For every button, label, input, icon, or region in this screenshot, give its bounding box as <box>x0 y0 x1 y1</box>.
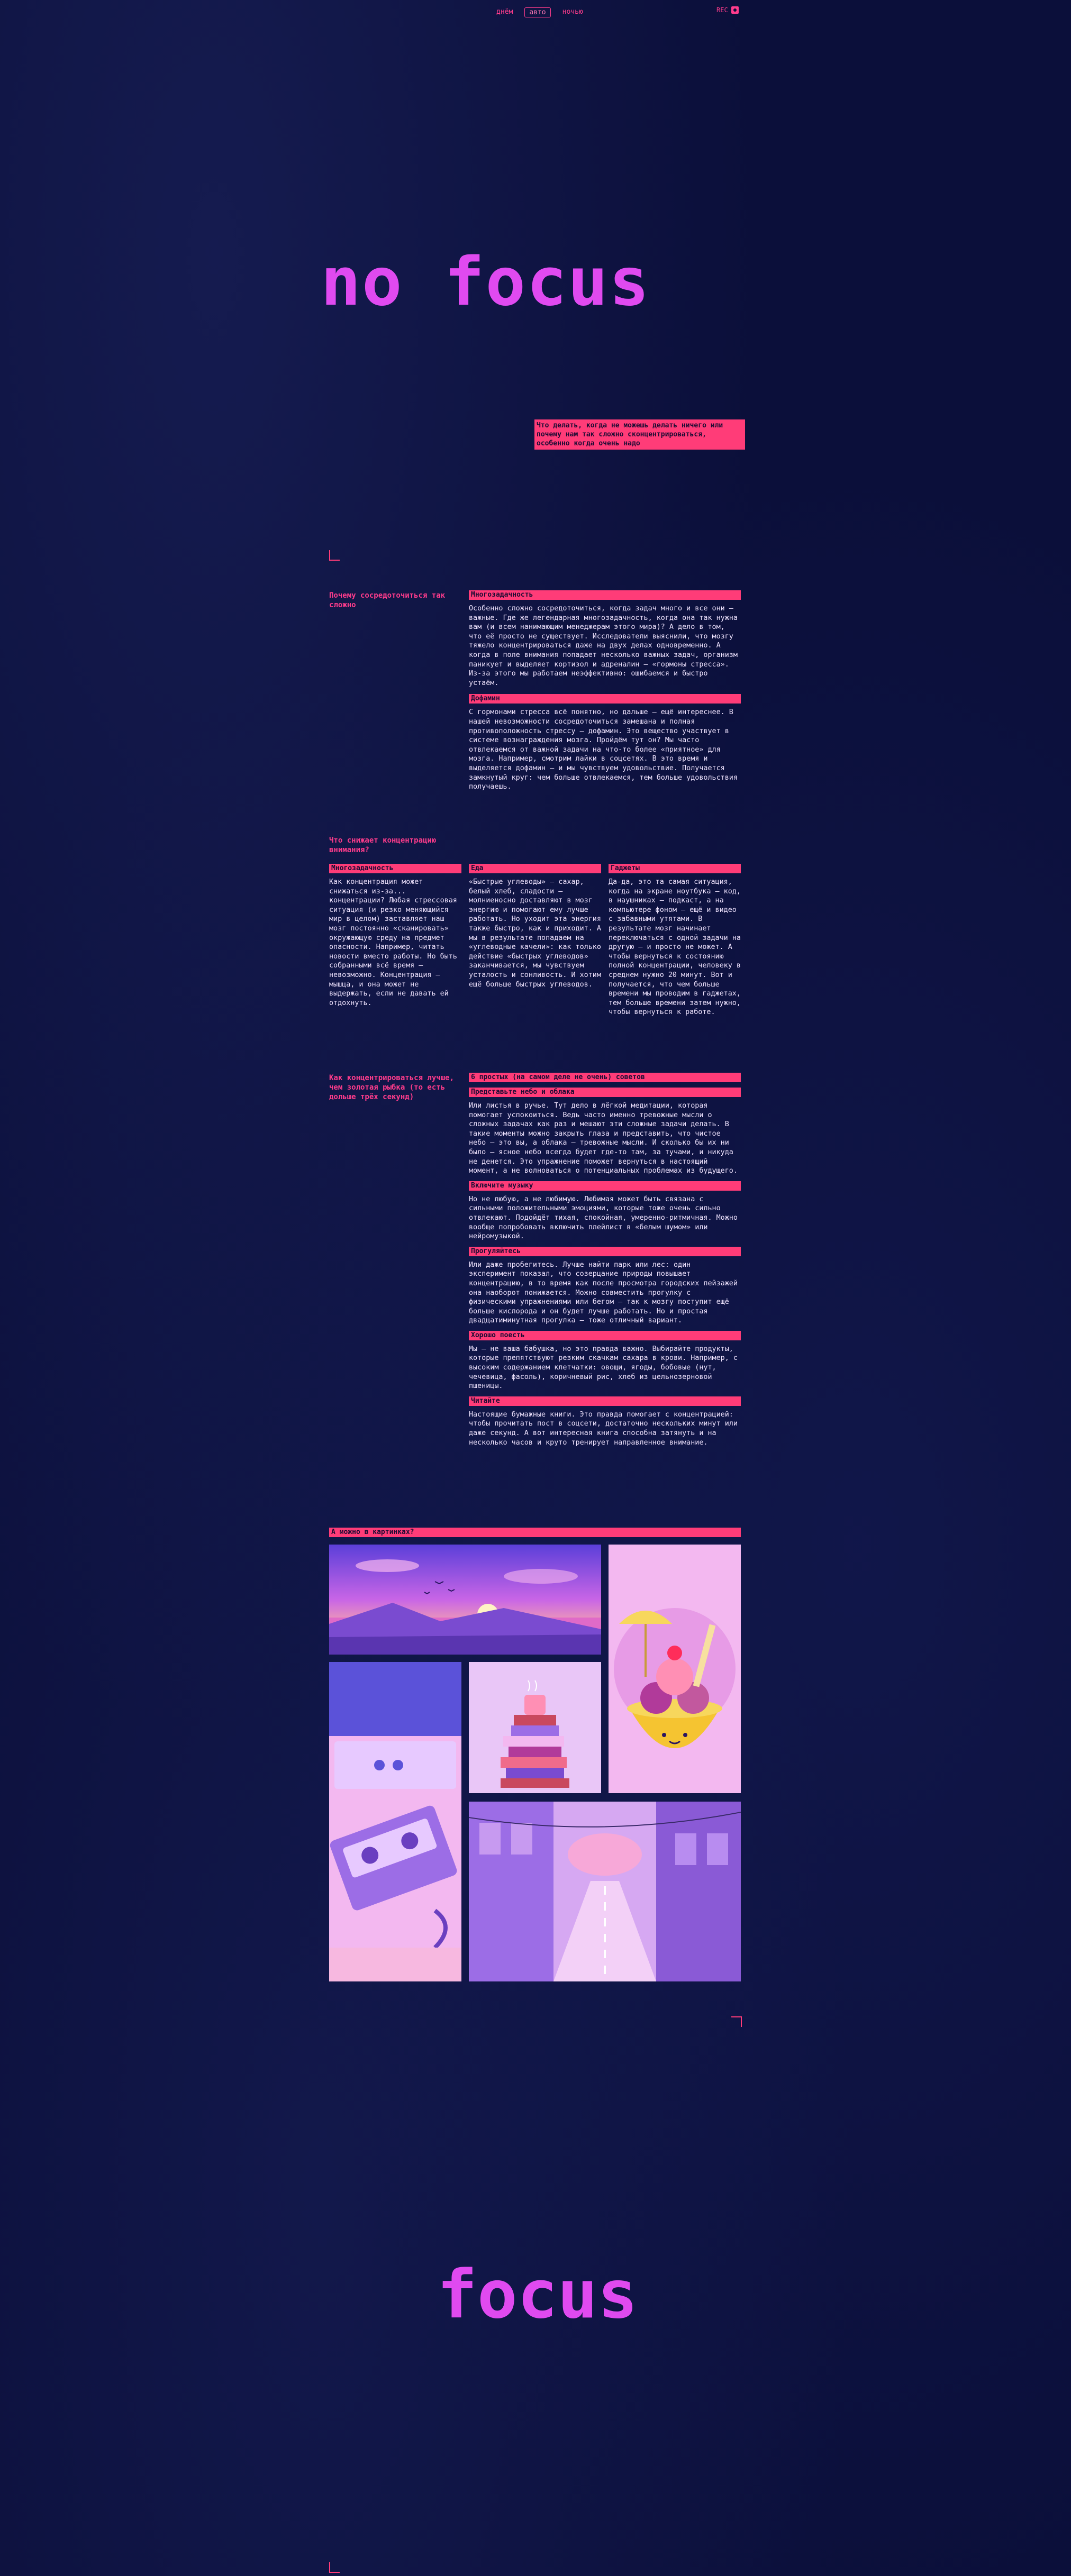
nav-auto[interactable]: авто <box>524 7 551 17</box>
block-multitask-title: Многозадачность <box>469 590 741 600</box>
rec-indicator: REC <box>716 6 739 14</box>
tip-2-title: Включите музыку <box>469 1181 741 1191</box>
section1-content: Многозадачность Особенно сложно сосредот… <box>469 590 741 792</box>
hero-title: no focus <box>321 243 650 321</box>
tip-1-text: Или листья в ручье. Тут дело в лёгкой ме… <box>469 1102 738 1175</box>
tips-content: 6 простых (на самом деле не очень) совет… <box>469 1073 741 1447</box>
street-illustration <box>469 1802 741 1981</box>
tip-2-text: Но не любую, а не любимую. Любимая может… <box>469 1195 738 1241</box>
frame-corner-bottom-left <box>329 2562 340 2573</box>
section1-question: Почему сосредоточиться так сложно <box>329 591 446 609</box>
col2-title: Еда <box>469 864 601 873</box>
tip-5-text: Настоящие бумажные книги. Это правда пом… <box>469 1410 738 1447</box>
gallery-title: А можно в картинках? <box>329 1528 741 1537</box>
tip-4-title: Хорошо поесть <box>469 1330 741 1340</box>
section3-question: Как концентрироваться лучше, чем золотая… <box>329 1074 455 1101</box>
tip-3-title: Прогуляйтесь <box>469 1246 741 1256</box>
col2-text: «Быстрые углеводы» — сахар, белый хлеб, … <box>469 878 601 989</box>
tip-3-text: Или даже пробегитесь. Лучше найти парк и… <box>469 1260 738 1325</box>
sunset-illustration <box>329 1545 601 1655</box>
col1-text: Как концентрация может снижаться из-за..… <box>329 878 457 1007</box>
tip-4-text: Мы — не ваша бабушка, но это правда важн… <box>469 1345 738 1391</box>
tips-lead: 6 простых (на самом деле не очень) совет… <box>469 1073 741 1082</box>
section2-question: Что снижает концентрацию внимания? <box>329 836 437 854</box>
tip-1-title: Представьте небо и облака <box>469 1088 741 1097</box>
block-dopamine-text: С гормонами стресса всё понятно, но даль… <box>469 708 738 791</box>
books-illustration <box>469 1662 601 1793</box>
top-nav: днём авто ночью <box>492 7 587 17</box>
icecream-illustration <box>609 1545 741 1793</box>
col1-title: Многозадачность <box>329 864 461 873</box>
nav-night[interactable]: ночью <box>558 7 587 17</box>
footer-title: focus <box>437 2255 638 2333</box>
col3-text: Да-да, это та самая ситуация, когда на э… <box>609 878 741 1017</box>
reduce-col-2: Еда «Быстрые углеводы» — сахар, белый хл… <box>469 864 601 989</box>
col3-title: Гаджеты <box>609 864 741 873</box>
cassette-illustration <box>329 1662 461 1981</box>
tip-5-title: Читайте <box>469 1396 741 1406</box>
rec-label: REC <box>716 6 728 14</box>
intro-text: Что делать, когда не можешь делать ничег… <box>534 419 745 450</box>
block-dopamine-title: Дофамин <box>469 694 741 704</box>
frame-corner-top-right <box>731 2016 742 2027</box>
frame-corner-top-left <box>329 550 340 561</box>
record-icon <box>731 6 739 14</box>
block-multitask-text: Особенно сложно сосредоточиться, когда з… <box>469 605 738 687</box>
nav-day[interactable]: днём <box>492 7 517 17</box>
reduce-col-3: Гаджеты Да-да, это та самая ситуация, ко… <box>609 864 741 1017</box>
reduce-col-1: Многозадачность Как концентрация может с… <box>329 864 461 1008</box>
